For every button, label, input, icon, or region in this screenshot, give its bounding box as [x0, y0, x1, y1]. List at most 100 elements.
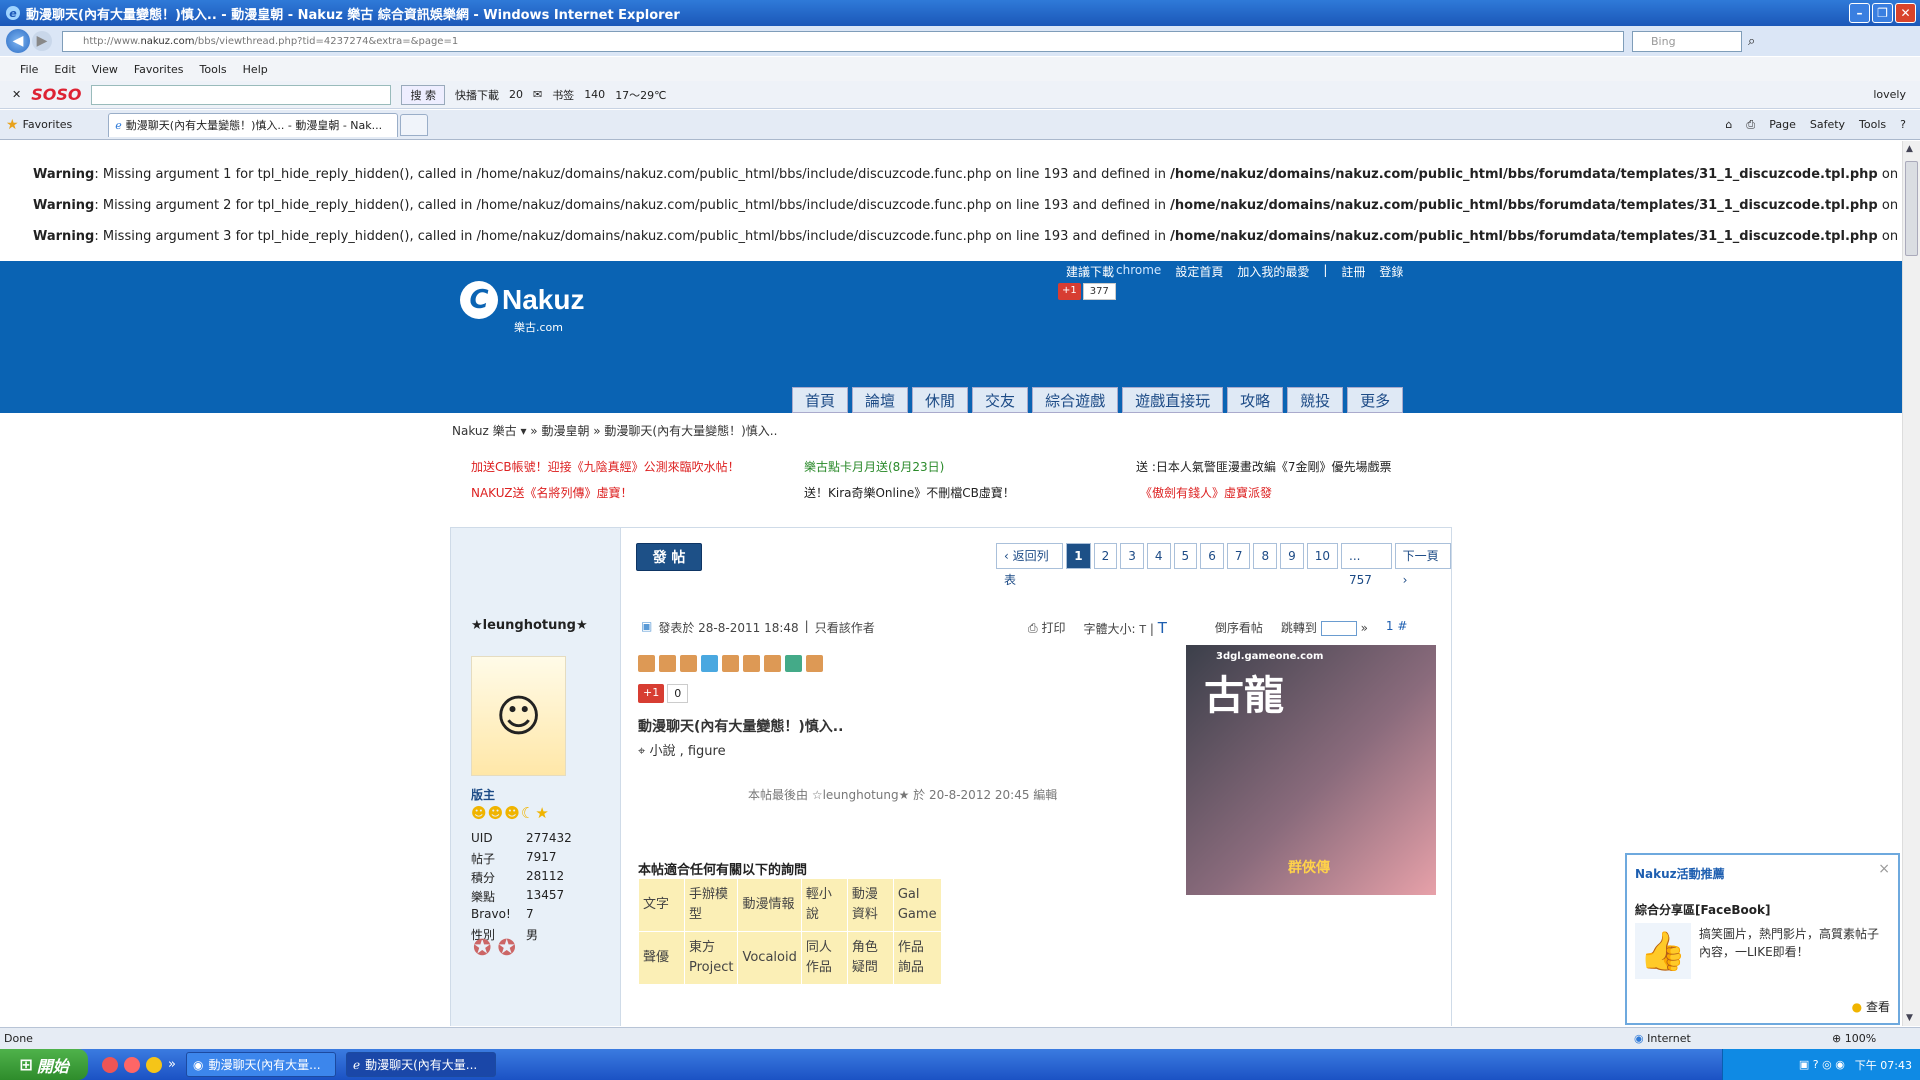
minimize-icon[interactable]: –	[1849, 3, 1870, 23]
menu-edit[interactable]: Edit	[54, 63, 75, 76]
tab-current[interactable]: ℯ 動漫聊天(內有大量變態！)慎入.. - 動漫皇朝 - Nak...	[108, 112, 399, 137]
share-icon[interactable]	[722, 655, 739, 672]
nav-webgames[interactable]: 遊戲直接玩	[1122, 387, 1224, 413]
ad-banner[interactable]: 3dgl.gameone.com 古龍 群俠傳	[1186, 645, 1436, 895]
nav-more[interactable]: 更多	[1347, 387, 1404, 413]
forward-icon[interactable]: ▶	[32, 31, 52, 51]
zoom-control[interactable]: ⊕ 100%	[1832, 1032, 1876, 1045]
scroll-down-icon[interactable]: ▼	[1906, 1013, 1913, 1023]
post-gplus-widget[interactable]: +1 0	[638, 684, 689, 703]
restore-icon[interactable]: ❐	[1872, 3, 1893, 23]
nav-leisure[interactable]: 休閒	[912, 387, 969, 413]
taskbar-button[interactable]: ℯ 動漫聊天(內有大量...	[345, 1052, 496, 1077]
mail-icon[interactable]: ✉	[533, 88, 542, 101]
menu-tools[interactable]: Tools	[200, 63, 227, 76]
scrollbar-thumb[interactable]	[1905, 161, 1918, 256]
share-icon[interactable]	[638, 655, 655, 672]
taskbar-button[interactable]: ◉ 動漫聊天(內有大量...	[185, 1052, 336, 1077]
new-tab-button[interactable]	[400, 113, 429, 136]
share-icon[interactable]	[764, 655, 781, 672]
page-link[interactable]: 8	[1253, 543, 1278, 569]
nav-guides[interactable]: 攻略	[1227, 387, 1284, 413]
soso-item-count[interactable]: 20	[509, 88, 523, 101]
soso-search-button[interactable]: 搜 索	[401, 84, 445, 105]
url-input[interactable]: http://www. nakuz.com/bbs/viewthread.php?…	[62, 30, 1624, 52]
print-icon[interactable]: ⎙	[1746, 118, 1755, 132]
soso-item-coins[interactable]: 140	[584, 88, 605, 101]
toolbar-close-icon[interactable]: ✕	[12, 88, 21, 101]
font-small-button[interactable]: T	[1139, 623, 1146, 636]
safety-menu[interactable]: Safety	[1810, 118, 1845, 132]
soso-user[interactable]: lovely	[1873, 88, 1906, 101]
announcement-link[interactable]: 送 :日本人氣警匪漫畫改編《7金剛》優先場戲票	[1136, 458, 1392, 475]
register-link[interactable]: 註冊	[1341, 263, 1365, 280]
search-icon[interactable]: ⌕	[1748, 34, 1755, 49]
chrome-icon[interactable]	[146, 1056, 162, 1073]
breadcrumb[interactable]: Nakuz 樂古 ▾ » 動漫皇朝 » 動漫聊天(內有大量變態！)慎入..	[452, 422, 777, 439]
menu-help[interactable]: Help	[243, 63, 268, 76]
gplus-button[interactable]: +1	[638, 684, 665, 703]
jump-input[interactable]	[1320, 621, 1357, 636]
gplus-button[interactable]: +1	[1058, 283, 1081, 300]
next-page-link[interactable]: 下一頁 ›	[1394, 543, 1451, 587]
nav-social[interactable]: 交友	[972, 387, 1029, 413]
announcement-link[interactable]: 《傲劍有錢人》虛寶派發	[1140, 484, 1272, 501]
announcement-link[interactable]: 樂古點卡月月送(8月23日)	[804, 458, 944, 475]
gplus-widget[interactable]: +1 377	[1058, 283, 1116, 300]
menu-view[interactable]: View	[92, 63, 118, 76]
page-link[interactable]: 9	[1280, 543, 1304, 569]
announcement-link[interactable]: 送！Kira奇樂Online》不刪檔CB虛寶！	[804, 484, 1015, 501]
menu-favorites[interactable]: Favorites	[134, 63, 184, 76]
page-link[interactable]: 2	[1093, 543, 1118, 569]
share-icon[interactable]	[659, 655, 676, 672]
popup-view-link[interactable]: ● 查看	[1852, 998, 1890, 1015]
share-icon[interactable]	[743, 655, 760, 672]
announcement-link[interactable]: 加送CB帳號！迎接《九陰真經》公測來臨吹水帖！	[471, 458, 740, 475]
login-link[interactable]: 登錄	[1379, 263, 1403, 280]
page-link[interactable]: 10	[1306, 543, 1339, 569]
avatar[interactable]: ☺	[471, 656, 566, 776]
scroll-up-icon[interactable]: ▲	[1906, 144, 1913, 154]
medal-icon[interactable]: ✪	[473, 936, 491, 961]
page-link[interactable]: 6	[1200, 543, 1224, 569]
author-name[interactable]: ★leunghotung★	[471, 618, 588, 633]
nav-forum[interactable]: 論壇	[852, 387, 909, 413]
favorites-button[interactable]: Favorites	[23, 118, 73, 131]
help-icon[interactable]: ?	[1900, 118, 1906, 132]
nav-home[interactable]: 首頁	[792, 387, 849, 413]
page-link-last[interactable]: ... 757	[1341, 543, 1392, 587]
font-large-button[interactable]: T	[1158, 619, 1167, 637]
announcement-link[interactable]: NAKUZ送《名將列傳》虛寶！	[471, 484, 633, 501]
add-favorite-link[interactable]: 加入我的最愛	[1237, 263, 1309, 280]
nav-auction[interactable]: 競投	[1287, 387, 1344, 413]
vertical-scrollbar[interactable]: ▲ ▼	[1902, 141, 1920, 1026]
soso-item-kuaibo[interactable]: 快播下載	[455, 87, 499, 103]
tools-menu[interactable]: Tools	[1859, 118, 1886, 132]
back-to-list-link[interactable]: ‹ 返回列表	[996, 543, 1064, 587]
page-link[interactable]: 3	[1120, 543, 1144, 569]
popup-title[interactable]: 綜合分享區[FaceBook]	[1635, 901, 1770, 918]
soso-item-weather[interactable]: 17～29℃	[615, 87, 666, 103]
menu-file[interactable]: File	[20, 63, 38, 76]
twitter-icon[interactable]	[701, 655, 718, 672]
share-icon[interactable]	[680, 655, 697, 672]
medal-icon[interactable]: ✪	[497, 936, 515, 961]
start-button[interactable]: ⊞ 開始	[0, 1049, 88, 1080]
site-logo[interactable]: C Nakuz 樂古.com	[460, 281, 584, 334]
reverse-order-link[interactable]: 倒序看帖	[1215, 619, 1263, 637]
nav-games[interactable]: 綜合遊戲	[1032, 387, 1119, 413]
pdf-icon[interactable]	[102, 1056, 118, 1073]
more-icon[interactable]: »	[168, 1057, 176, 1073]
security-zone[interactable]: ◉ Internet	[1634, 1032, 1691, 1045]
page-link[interactable]: 7	[1226, 543, 1251, 569]
tray-icons[interactable]: ▣ ? ◎ ◉	[1799, 1058, 1845, 1071]
popup-close-icon[interactable]: ×	[1878, 861, 1890, 877]
search-input[interactable]: Bing	[1632, 30, 1742, 52]
share-icon[interactable]	[806, 655, 823, 672]
home-icon[interactable]: ⌂	[1725, 118, 1732, 132]
only-author-link[interactable]: 只看該作者	[815, 619, 875, 636]
soso-search-input[interactable]	[91, 84, 392, 105]
new-post-button[interactable]: 發 帖	[636, 543, 702, 571]
page-link[interactable]: 4	[1146, 543, 1171, 569]
set-homepage-link[interactable]: 設定首頁	[1175, 263, 1223, 280]
